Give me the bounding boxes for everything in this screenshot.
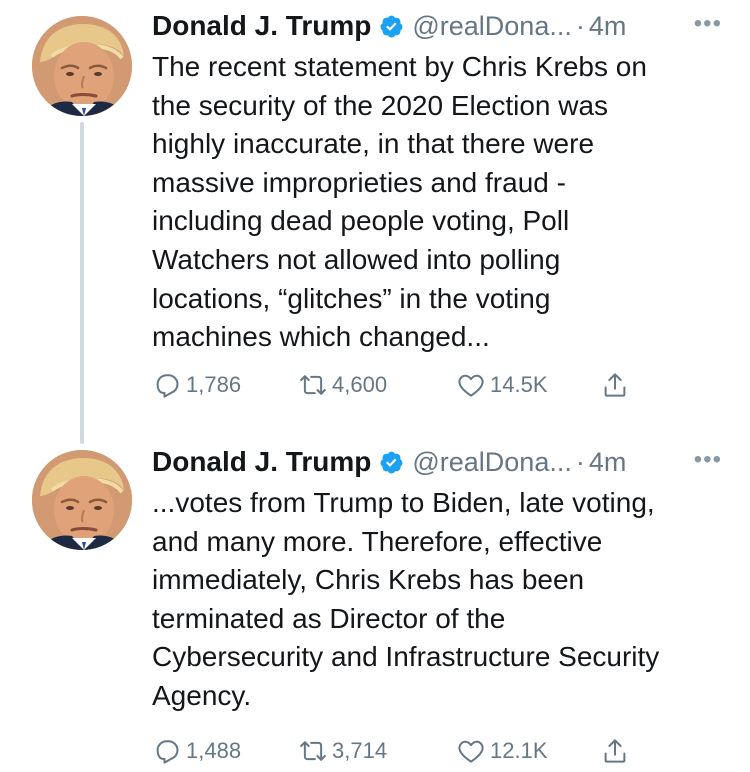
tweet-header: Donald J. Trump @realDona... · 4m ••• [152,4,722,48]
tweet-content: Donald J. Trump @realDona... · 4m ••• ..… [152,440,722,716]
reply-count: 1,786 [186,372,242,397]
author-name[interactable]: Donald J. Trump [152,10,371,42]
separator-dot: · [575,446,585,477]
more-options-icon[interactable]: ••• [694,446,722,474]
timestamp[interactable]: 4m [589,447,627,478]
more-options-icon[interactable]: ••• [694,10,722,38]
author-handle[interactable]: @realDona... [412,447,571,478]
reply-icon [152,736,182,766]
tweet[interactable]: Donald J. Trump @realDona... · 4m ••• Th… [0,0,750,444]
retweet-button[interactable]: 4,600 [298,370,456,400]
tweet-header: Donald J. Trump @realDona... · 4m ••• [152,440,722,484]
verified-badge-icon [379,450,404,475]
like-count: 12.1K [490,738,548,763]
share-icon [600,736,630,766]
tweet-text: ...votes from Trump to Biden, late votin… [152,487,660,711]
tweet-content: Donald J. Trump @realDona... · 4m ••• Th… [152,4,722,357]
retweet-icon [298,370,328,400]
verified-badge-icon [379,14,404,39]
profile-photo-icon [32,450,132,550]
retweet-icon [298,736,328,766]
share-button[interactable] [600,736,634,766]
share-icon [600,370,630,400]
profile-photo-icon [32,16,132,116]
tweet-text: The recent statement by Chris Krebs on t… [152,51,647,353]
retweet-count: 4,600 [332,372,388,397]
retweet-button[interactable]: 3,714 [298,736,456,766]
reply-button[interactable]: 1,488 [152,736,298,766]
like-count: 14.5K [490,372,548,397]
tweet-actions: 1,786 4,600 14.5K [152,370,634,400]
avatar[interactable] [32,450,132,550]
reply-icon [152,370,182,400]
timestamp[interactable]: 4m [589,11,627,42]
reply-count: 1,488 [186,738,242,763]
tweet[interactable]: Donald J. Trump @realDona... · 4m ••• ..… [0,430,750,772]
separator-dot: · [575,10,585,41]
like-button[interactable]: 12.1K [456,736,600,766]
heart-icon [456,370,486,400]
tweet-actions: 1,488 3,714 12.1K [152,736,634,766]
thread-connector-line [80,122,84,444]
avatar[interactable] [32,16,132,116]
author-name[interactable]: Donald J. Trump [152,446,371,478]
heart-icon [456,736,486,766]
author-handle[interactable]: @realDona... [412,11,571,42]
retweet-count: 3,714 [332,738,388,763]
like-button[interactable]: 14.5K [456,370,600,400]
share-button[interactable] [600,370,634,400]
reply-button[interactable]: 1,786 [152,370,298,400]
